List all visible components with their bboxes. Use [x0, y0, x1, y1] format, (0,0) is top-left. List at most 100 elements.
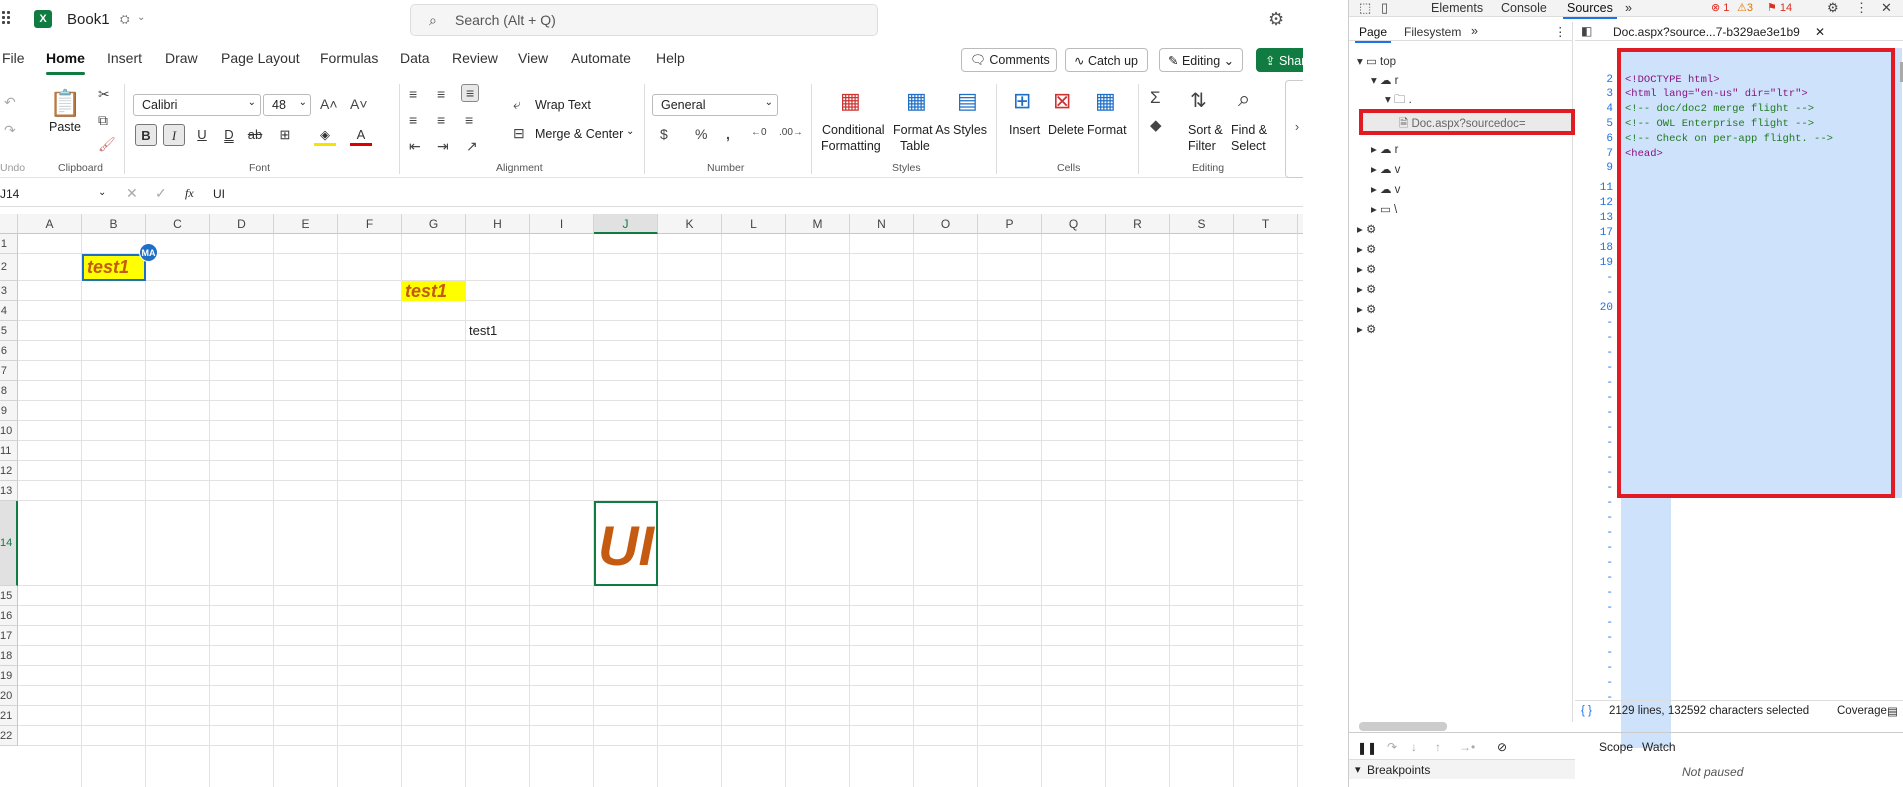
tree-origin-2[interactable]: ▸ ☁ r	[1371, 142, 1399, 156]
row-header-3[interactable]: 3	[0, 281, 18, 301]
clear-icon[interactable]: ◆	[1150, 116, 1162, 134]
tab-draw[interactable]: Draw	[165, 50, 198, 66]
tab-page-layout[interactable]: Page Layout	[221, 50, 300, 66]
currency-icon[interactable]: $	[660, 126, 668, 142]
tab-watch[interactable]: Watch	[1642, 740, 1676, 754]
tab-automate[interactable]: Automate	[571, 50, 631, 66]
wrap-text-icon[interactable]: ⤶	[513, 96, 521, 113]
line-number[interactable]: -	[1597, 407, 1613, 419]
decrease-indent-icon[interactable]: ⇤	[409, 138, 421, 155]
step-over-icon[interactable]: ↷	[1387, 740, 1397, 754]
line-number[interactable]: 18	[1597, 242, 1613, 254]
column-header-p[interactable]: P	[978, 214, 1042, 234]
underline-button[interactable]: U	[191, 124, 213, 146]
sort-filter-icon[interactable]: ⇅	[1190, 88, 1207, 113]
row-header-19[interactable]: 19	[0, 666, 18, 686]
merge-center-icon[interactable]: ⊟	[513, 125, 525, 142]
line-number[interactable]: -	[1597, 497, 1613, 509]
line-number[interactable]: -	[1597, 632, 1613, 644]
inspect-icon[interactable]: ⬚	[1359, 0, 1371, 16]
settings-gear-icon[interactable]: ⚙	[1268, 9, 1284, 30]
tree-origin-3[interactable]: ▸ ☁ v	[1371, 162, 1400, 176]
app-launcher-icon[interactable]	[2, 11, 14, 25]
format-as-label-2[interactable]: Table	[900, 139, 930, 153]
line-number[interactable]: -	[1597, 557, 1613, 569]
more-options-icon[interactable]: ⋮	[1855, 0, 1868, 16]
conditional-formatting-icon[interactable]: ▦	[840, 88, 861, 114]
tab-filesystem[interactable]: Filesystem	[1404, 25, 1461, 39]
styles-button[interactable]: Styles	[953, 123, 987, 137]
find-label-1[interactable]: Find &	[1231, 123, 1267, 137]
select-all-corner[interactable]	[0, 214, 18, 234]
tree-top[interactable]: ▾ ▭ top	[1357, 54, 1396, 68]
name-box[interactable]: J14	[0, 187, 19, 201]
more-tabs-icon[interactable]: »	[1625, 1, 1632, 15]
tree-worker-6[interactable]: ▸ ⚙	[1357, 322, 1376, 336]
column-header-d[interactable]: D	[210, 214, 274, 234]
delete-cells-icon[interactable]: ⊠	[1053, 88, 1071, 114]
warning-count-badge[interactable]: ⚠3	[1737, 1, 1753, 14]
italic-button[interactable]: I	[163, 124, 185, 146]
column-header-r[interactable]: R	[1106, 214, 1170, 234]
issues-count-badge[interactable]: ⚑ 14	[1767, 1, 1792, 14]
column-header-j[interactable]: J	[594, 214, 658, 234]
line-number[interactable]: -	[1597, 467, 1613, 479]
format-button[interactable]: Format	[1087, 123, 1127, 137]
tab-console[interactable]: Console	[1501, 1, 1547, 15]
line-number[interactable]: 19	[1597, 257, 1613, 269]
column-header-s[interactable]: S	[1170, 214, 1234, 234]
line-number[interactable]: -	[1597, 617, 1613, 629]
column-header-l[interactable]: L	[722, 214, 786, 234]
column-header-e[interactable]: E	[274, 214, 338, 234]
align-right-icon[interactable]: ≡	[465, 112, 473, 128]
line-number[interactable]: -	[1597, 542, 1613, 554]
line-number[interactable]: 17	[1597, 227, 1613, 239]
align-center-icon[interactable]: ≡	[437, 112, 445, 128]
column-header-b[interactable]: B	[82, 214, 146, 234]
line-number[interactable]: -	[1597, 677, 1613, 689]
line-number[interactable]: -	[1597, 287, 1613, 299]
error-count-badge[interactable]: ⊗ 1	[1711, 1, 1729, 14]
row-header-15[interactable]: 15	[0, 586, 18, 606]
tree-worker-3[interactable]: ▸ ⚙	[1357, 262, 1376, 276]
strikethrough-button[interactable]: ab	[244, 124, 266, 146]
orientation-icon[interactable]: ↗	[466, 138, 478, 155]
line-number[interactable]: 6	[1597, 133, 1613, 145]
row-header-18[interactable]: 18	[0, 646, 18, 666]
line-number[interactable]: -	[1597, 377, 1613, 389]
cancel-icon[interactable]: ✕	[126, 185, 138, 202]
coverage-label[interactable]: Coverage	[1837, 705, 1887, 717]
tab-home[interactable]: Home	[46, 50, 85, 75]
tab-help[interactable]: Help	[656, 50, 685, 66]
row-header-7[interactable]: 7	[0, 361, 18, 381]
tree-worker-2[interactable]: ▸ ⚙	[1357, 242, 1376, 256]
step-into-icon[interactable]: ↓	[1411, 740, 1417, 754]
align-top-icon[interactable]: ≡	[409, 86, 417, 102]
line-number[interactable]: 7	[1597, 148, 1613, 160]
conditional-label-2[interactable]: Formatting	[821, 139, 881, 153]
cell-h5[interactable]: test1	[466, 321, 530, 341]
search-box[interactable]: ⌕ Search (Alt + Q)	[410, 4, 878, 36]
autosave-icon[interactable]: ⛭	[120, 12, 130, 27]
row-header-14[interactable]: 14	[0, 501, 18, 586]
tab-scope[interactable]: Scope	[1599, 740, 1633, 754]
row-header-10[interactable]: 10	[0, 421, 18, 441]
tab-page[interactable]: Page	[1354, 25, 1392, 43]
more-tabs-icon[interactable]: »	[1471, 24, 1478, 38]
increase-font-icon[interactable]: A˄	[320, 96, 338, 112]
format-as-label-1[interactable]: Format As	[893, 123, 950, 137]
row-header-17[interactable]: 17	[0, 626, 18, 646]
column-header-c[interactable]: C	[146, 214, 210, 234]
horizontal-scrollbar[interactable]	[1359, 722, 1447, 731]
line-number[interactable]: -	[1597, 452, 1613, 464]
column-header-t[interactable]: T	[1234, 214, 1298, 234]
line-number[interactable]: 20	[1597, 302, 1613, 314]
row-header-1[interactable]: 1	[0, 234, 18, 254]
row-header-2[interactable]: 2	[0, 254, 18, 281]
paste-label[interactable]: Paste	[49, 120, 81, 134]
line-number[interactable]: -	[1597, 392, 1613, 404]
tree-worker-5[interactable]: ▸ ⚙	[1357, 302, 1376, 316]
line-number[interactable]: -	[1597, 647, 1613, 659]
tree-frame[interactable]: ▸ ▭ \	[1371, 202, 1397, 216]
fill-color-icon[interactable]: ◈	[314, 124, 336, 146]
